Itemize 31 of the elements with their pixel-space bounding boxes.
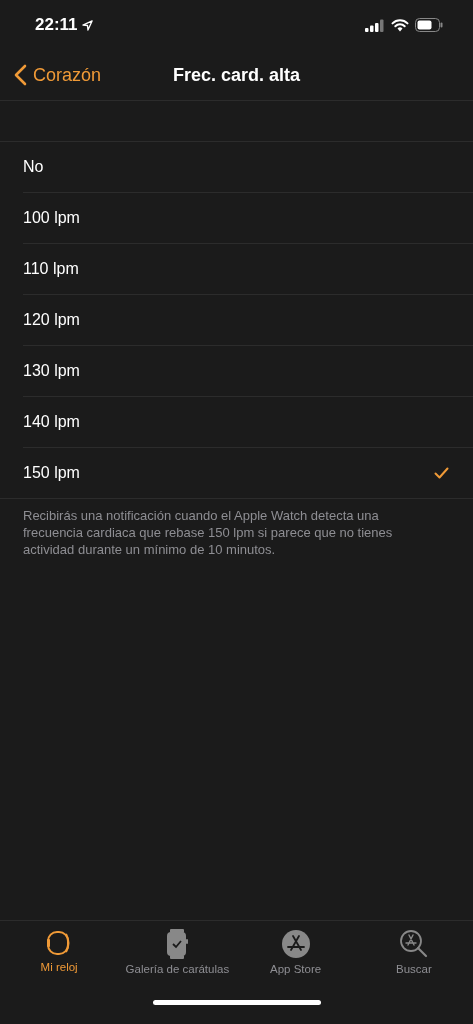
option-row[interactable]: 100 lpm xyxy=(23,193,473,244)
signal-icon xyxy=(365,18,385,32)
option-label: 130 lpm xyxy=(23,362,80,380)
option-row[interactable]: 120 lpm xyxy=(23,295,473,346)
option-row[interactable]: 140 lpm xyxy=(23,397,473,448)
wifi-icon xyxy=(391,18,409,32)
app-store-icon xyxy=(280,929,311,959)
option-label: No xyxy=(23,158,44,176)
watch-face-icon xyxy=(166,929,189,959)
footer-note: Recibirás una notificación cuando el Apple Watch detecta una frecuencia cardiaca que rebase 150 lpm si parece que no tienes actividad durante un mínimo de 10 minutos. xyxy=(22,507,394,558)
option-label: 100 lpm xyxy=(23,209,80,227)
tab-item[interactable]: Mi reloj xyxy=(0,929,119,981)
search-icon xyxy=(398,929,429,959)
option-label: 140 lpm xyxy=(23,413,80,431)
checkmark-icon xyxy=(434,467,449,479)
location-arrow-icon xyxy=(81,19,93,31)
status-time: 22:11 xyxy=(35,15,78,35)
option-row[interactable]: No xyxy=(23,142,473,193)
screen-title: Frec. card. alta xyxy=(172,64,301,86)
tab-item[interactable]: Galería de carátulas xyxy=(118,929,237,981)
option-row[interactable]: 130 lpm xyxy=(23,346,473,397)
option-label: 150 lpm xyxy=(23,464,80,482)
back-button[interactable]: Corazón xyxy=(0,64,102,86)
tab-item[interactable]: App Store xyxy=(236,929,355,981)
battery-icon xyxy=(415,18,443,32)
chevron-left-icon xyxy=(14,64,27,86)
option-row[interactable]: 150 lpm xyxy=(0,448,473,498)
tab-item[interactable]: Buscar xyxy=(354,929,473,981)
option-label: 110 lpm xyxy=(23,260,79,278)
option-label: 120 lpm xyxy=(23,311,80,329)
option-row[interactable]: 110 lpm xyxy=(23,244,473,295)
